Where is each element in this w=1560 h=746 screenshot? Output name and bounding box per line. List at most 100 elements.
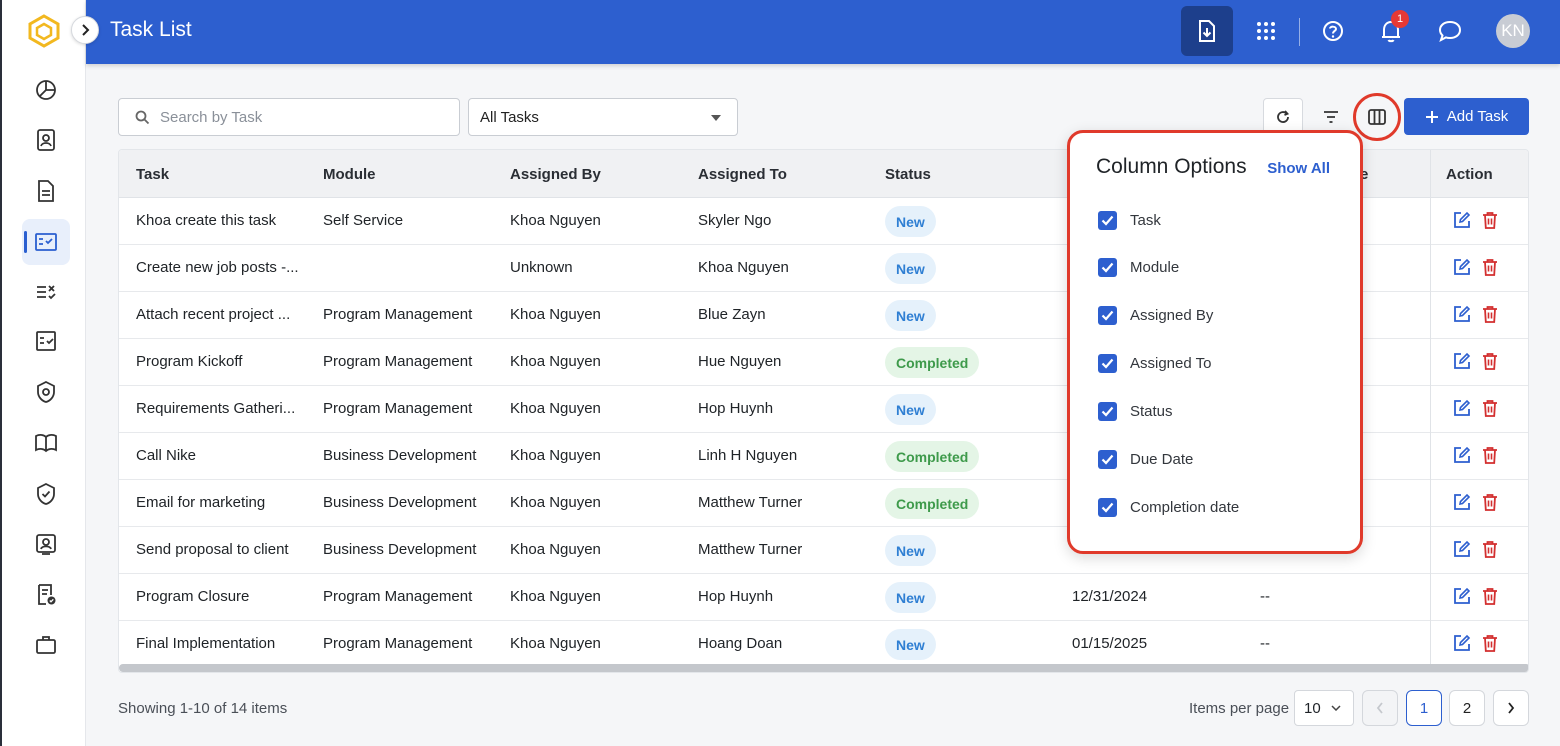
sidebar-item-task-list[interactable] xyxy=(22,219,70,265)
notifications-button[interactable]: 1 xyxy=(1365,6,1417,56)
sidebar-expand-button[interactable] xyxy=(71,16,99,44)
cell-assigned-by: Khoa Nguyen xyxy=(510,212,601,229)
dashboard-icon xyxy=(36,80,56,100)
sidebar-item-book[interactable] xyxy=(22,420,70,466)
cell-assigned-by: Khoa Nguyen xyxy=(510,541,601,558)
column-header-assigned-to[interactable]: Assigned To xyxy=(698,166,787,183)
checkbox-checked-icon[interactable] xyxy=(1098,305,1117,325)
chevron-right-icon xyxy=(82,24,90,36)
app-logo-icon[interactable] xyxy=(28,14,60,48)
column-option-due-date[interactable]: Due Date xyxy=(1098,447,1193,471)
column-options-highlight xyxy=(1353,93,1401,141)
checkbox-checked-icon[interactable] xyxy=(1098,257,1117,277)
column-option-status[interactable]: Status xyxy=(1098,399,1173,423)
status-badge: New xyxy=(885,582,936,613)
checkbox-checked-icon[interactable] xyxy=(1098,401,1117,421)
column-option-task[interactable]: Task xyxy=(1098,208,1161,232)
sidebar-item-security[interactable] xyxy=(22,369,70,415)
column-option-assigned-to[interactable]: Assigned To xyxy=(1098,351,1211,375)
cell-task: Email for marketing xyxy=(136,494,266,511)
sidebar-item-contacts[interactable] xyxy=(22,117,70,163)
header-divider xyxy=(1299,18,1300,46)
add-task-button[interactable]: Add Task xyxy=(1404,98,1529,135)
cell-assigned-to: Linh H Nguyen xyxy=(698,447,798,464)
sidebar-item-profile[interactable] xyxy=(22,521,70,567)
items-per-page-select[interactable]: 10 xyxy=(1294,690,1354,726)
page-button-2[interactable]: 2 xyxy=(1449,690,1485,726)
column-header-task[interactable]: Task xyxy=(136,166,169,183)
column-header-status[interactable]: Status xyxy=(885,166,931,183)
plus-icon xyxy=(1425,110,1438,123)
status-badge: Completed xyxy=(885,347,980,378)
show-all-link[interactable]: Show All xyxy=(1267,160,1330,177)
sidebar-item-shield[interactable] xyxy=(22,471,70,517)
cell-assigned-by: Khoa Nguyen xyxy=(510,588,601,605)
column-option-label: Status xyxy=(1130,402,1173,420)
certificate-icon xyxy=(38,584,56,605)
chevron-down-icon xyxy=(1331,705,1341,711)
column-option-module[interactable]: Module xyxy=(1098,255,1179,279)
sidebar-item-certificate[interactable] xyxy=(22,572,70,618)
table-row[interactable]: Final Implementation Program Management Kh… xyxy=(119,621,1528,668)
cell-assigned-by: Khoa Nguyen xyxy=(510,447,601,464)
column-header-assigned-by[interactable]: Assigned By xyxy=(510,166,601,183)
checkbox-checked-icon[interactable] xyxy=(1098,353,1117,373)
task-list-icon xyxy=(35,233,57,251)
sidebar-item-document[interactable] xyxy=(22,168,70,214)
search-icon xyxy=(135,110,150,124)
search-field[interactable] xyxy=(118,98,460,136)
caret-down-icon xyxy=(711,115,721,121)
cell-module: Business Development xyxy=(323,494,477,511)
sidebar-item-briefcase[interactable] xyxy=(22,622,70,668)
cell-due-date: 12/31/2024 xyxy=(1072,588,1148,605)
next-page-button[interactable] xyxy=(1493,690,1529,726)
status-badge: Completed xyxy=(885,488,980,519)
chat-button[interactable] xyxy=(1424,6,1476,56)
export-button[interactable] xyxy=(1181,6,1233,56)
cell-task: Send proposal to client xyxy=(136,541,289,558)
sidebar xyxy=(0,0,86,746)
page-button-1[interactable]: 1 xyxy=(1406,690,1442,726)
action-column-divider xyxy=(1430,150,1528,672)
table-row[interactable]: Program Closure Program Management Khoa Ng… xyxy=(119,574,1528,621)
user-avatar[interactable]: KN xyxy=(1496,14,1530,48)
sidebar-item-dashboard[interactable] xyxy=(22,67,70,113)
profile-icon xyxy=(36,534,56,555)
checkbox-checked-icon[interactable] xyxy=(1098,449,1117,469)
cell-module: Program Management xyxy=(323,400,473,417)
cell-module: Program Management xyxy=(323,306,473,323)
task-filter-select[interactable]: All Tasks xyxy=(468,98,738,136)
cell-assigned-to: Matthew Turner xyxy=(698,494,803,511)
column-header-module[interactable]: Module xyxy=(323,166,376,183)
checkbox-checked-icon[interactable] xyxy=(1098,497,1117,517)
column-option-label: Due Date xyxy=(1130,450,1194,468)
cell-assigned-by: Unknown xyxy=(510,259,573,276)
column-option-label: Completion date xyxy=(1130,498,1240,516)
status-badge: New xyxy=(885,629,936,660)
cell-completion-date: -- xyxy=(1260,588,1270,605)
horizontal-scrollbar[interactable] xyxy=(119,664,1528,672)
sidebar-item-checklist[interactable] xyxy=(22,269,70,315)
sidebar-item-approval[interactable] xyxy=(22,318,70,364)
items-per-page-value: 10 xyxy=(1304,699,1321,717)
prev-page-button[interactable] xyxy=(1362,690,1398,726)
checklist-icon xyxy=(37,285,56,300)
cell-task: Khoa create this task xyxy=(136,212,277,229)
column-option-assigned-by[interactable]: Assigned By xyxy=(1098,303,1213,327)
cell-assigned-by: Khoa Nguyen xyxy=(510,635,601,652)
checkbox-checked-icon[interactable] xyxy=(1098,210,1117,230)
cell-module: Business Development xyxy=(323,541,477,558)
help-icon xyxy=(1323,21,1343,41)
cell-module: Program Management xyxy=(323,588,473,605)
status-badge: New xyxy=(885,300,936,331)
cell-module: Program Management xyxy=(323,353,473,370)
search-input[interactable] xyxy=(160,108,440,126)
column-option-completion-date[interactable]: Completion date xyxy=(1098,495,1239,519)
help-button[interactable] xyxy=(1307,6,1359,56)
apps-button[interactable] xyxy=(1240,6,1292,56)
document-icon xyxy=(38,180,54,202)
top-header: Task List 1 KN xyxy=(86,0,1560,64)
cell-due-date: 01/15/2025 xyxy=(1072,635,1148,652)
book-icon xyxy=(35,434,57,453)
add-task-label: Add Task xyxy=(1446,108,1509,125)
